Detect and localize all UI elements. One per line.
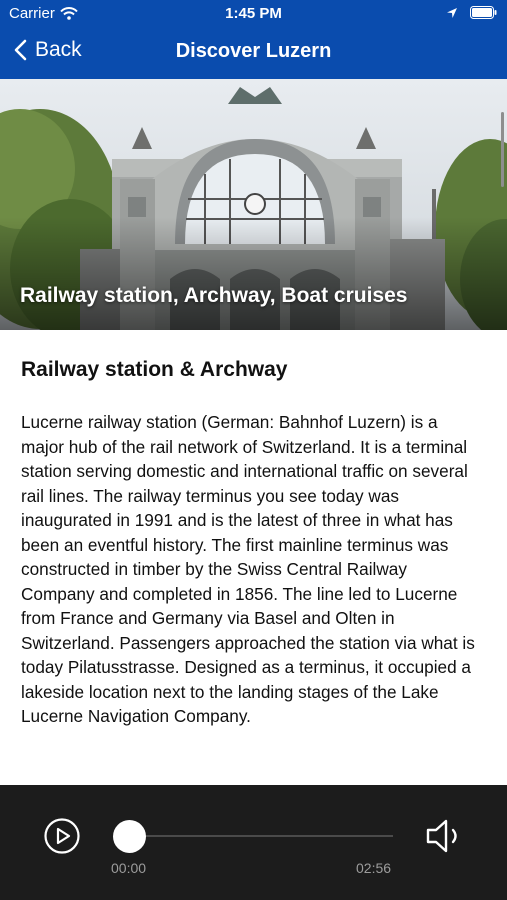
hero-caption: Railway station, Archway, Boat cruises xyxy=(20,284,408,307)
play-icon xyxy=(44,818,80,854)
duration-time: 02:56 xyxy=(356,860,392,876)
back-label: Back xyxy=(35,38,82,61)
current-time: 00:00 xyxy=(111,860,147,876)
location-arrow-icon xyxy=(447,7,457,18)
hero-image: Railway station, Archway, Boat cruises xyxy=(0,79,507,330)
status-time: 1:45 PM xyxy=(225,5,282,22)
progress-track[interactable] xyxy=(130,835,393,837)
back-button[interactable]: Back xyxy=(14,38,82,62)
article-heading: Railway station & Archway xyxy=(21,358,288,381)
audio-player: 00:00 02:56 xyxy=(0,785,507,900)
status-bar: Carrier 1:45 PM xyxy=(0,0,507,28)
battery-icon xyxy=(470,6,497,19)
scrollbar[interactable] xyxy=(501,112,504,187)
play-button[interactable] xyxy=(44,818,80,859)
nav-bar: Back Discover Luzern xyxy=(0,28,507,79)
volume-icon xyxy=(426,819,457,853)
volume-button[interactable] xyxy=(425,818,465,859)
progress-slider-handle[interactable] xyxy=(113,820,146,853)
article-content: Railway station & Archway Lucerne railwa… xyxy=(0,330,507,785)
chevron-left-icon xyxy=(14,39,27,61)
article-body: Lucerne railway station (German: Bahnhof… xyxy=(21,412,475,726)
